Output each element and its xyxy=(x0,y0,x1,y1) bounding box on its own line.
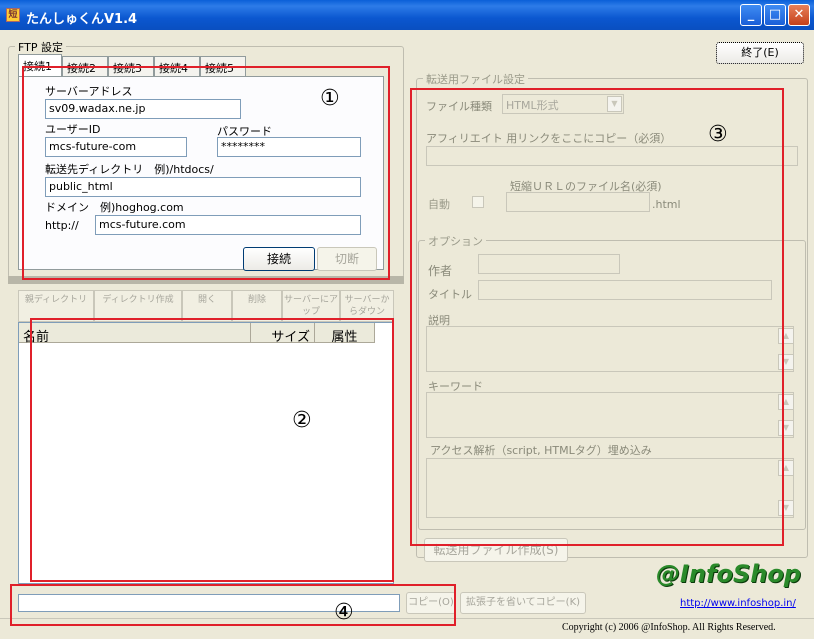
domain-input[interactable]: mcs-future.com xyxy=(95,215,361,235)
password-input[interactable]: ******** xyxy=(217,137,361,157)
splitter-bar[interactable] xyxy=(8,276,404,284)
title-bar[interactable]: 短 たんしゅくんV1.4 _ □ ✕ xyxy=(0,0,814,30)
title-label: タイトル xyxy=(428,288,472,301)
chevron-down-icon[interactable]: ▼ xyxy=(607,96,622,112)
column-attribute[interactable]: 属性 xyxy=(315,323,375,345)
analytics-textarea[interactable] xyxy=(426,458,794,518)
annotation-label-2: ② xyxy=(292,408,312,433)
file-list[interactable]: 名前 サイズ 属性 xyxy=(18,322,394,584)
domain-label: ドメイン 例)hoghog.com xyxy=(45,201,184,214)
connect-button[interactable]: 接続 xyxy=(243,247,315,271)
delete-button[interactable]: 削除 xyxy=(232,290,282,322)
create-transfer-file-button[interactable]: 転送用ファイル作成(S) xyxy=(424,538,568,562)
file-type-select[interactable]: HTML形式 ▼ xyxy=(502,94,624,114)
ftp-settings-label: FTP 設定 xyxy=(15,39,66,55)
disconnect-button[interactable]: 切断 xyxy=(317,247,377,271)
description-textarea[interactable] xyxy=(426,326,794,372)
tab-connection-2[interactable]: 接続2 xyxy=(62,56,108,76)
options-label: オプション xyxy=(425,233,486,249)
window-title: たんしゅくんV1.4 xyxy=(26,12,138,27)
download-button[interactable]: サーバーからダウン xyxy=(340,290,394,322)
maximize-button[interactable]: □ xyxy=(764,4,786,26)
scroll-down-icon[interactable]: ▼ xyxy=(778,354,794,370)
column-size[interactable]: サイズ xyxy=(251,323,315,345)
scroll-down-icon[interactable]: ▼ xyxy=(778,420,794,436)
copy-button[interactable]: コピー(O) xyxy=(406,592,456,614)
author-label: 作者 xyxy=(428,264,453,278)
tab-connection-3[interactable]: 接続3 xyxy=(108,56,154,76)
infoshop-logo: @InfoShop xyxy=(656,560,801,588)
app-icon: 短 xyxy=(6,8,20,22)
server-address-input[interactable]: sv09.wadax.ne.jp xyxy=(45,99,241,119)
author-input[interactable] xyxy=(478,254,620,274)
infoshop-link[interactable]: http://www.infoshop.in/ xyxy=(680,598,796,609)
scroll-up-icon[interactable]: ▲ xyxy=(778,460,794,476)
server-address-label: サーバーアドレス xyxy=(45,85,133,98)
http-prefix: http:// xyxy=(45,219,79,232)
annotation-label-4: ④ xyxy=(334,600,354,625)
exit-button[interactable]: 終了(E) xyxy=(716,42,804,64)
minimize-button[interactable]: _ xyxy=(740,4,762,26)
file-type-value: HTML形式 xyxy=(506,99,559,112)
upload-button[interactable]: サーバーにアップ xyxy=(282,290,340,322)
close-window-button[interactable]: ✕ xyxy=(788,4,810,26)
parent-directory-button[interactable]: 親ディレクトリ xyxy=(18,290,94,322)
tab-connection-5[interactable]: 接続5 xyxy=(200,56,246,76)
tab-connection-4[interactable]: 接続4 xyxy=(154,56,200,76)
analytics-label: アクセス解析（script, HTMLタグ）埋め込み xyxy=(430,444,652,457)
copyright-text: Copyright (c) 2006 @InfoShop. All Rights… xyxy=(562,622,776,633)
transfer-settings-label: 転送用ファイル設定 xyxy=(423,71,528,87)
auto-label: 自動 xyxy=(428,198,450,211)
create-directory-button[interactable]: ディレクトリ作成 xyxy=(94,290,182,322)
annotation-label-3: ③ xyxy=(708,122,728,147)
user-id-label: ユーザーID xyxy=(45,123,101,136)
title-input[interactable] xyxy=(478,280,772,300)
short-url-input[interactable] xyxy=(506,192,650,212)
user-id-input[interactable]: mcs-future-com xyxy=(45,137,187,157)
scroll-up-icon[interactable]: ▲ xyxy=(778,328,794,344)
app-window: 短 たんしゅくんV1.4 _ □ ✕ 終了(E) FTP 設定 接続1 接続2 … xyxy=(0,0,814,639)
scroll-up-icon[interactable]: ▲ xyxy=(778,394,794,410)
file-type-label: ファイル種類 xyxy=(426,100,492,113)
affiliate-input[interactable] xyxy=(426,146,798,166)
directory-label: 転送先ディレクトリ 例)/htdocs/ xyxy=(45,163,214,176)
html-extension: .html xyxy=(652,198,681,211)
auto-checkbox[interactable] xyxy=(472,196,484,208)
status-bar-divider xyxy=(0,618,814,619)
column-name[interactable]: 名前 xyxy=(19,323,251,345)
affiliate-label: アフィリエイト 用リンクをここにコピー（必須） xyxy=(426,132,672,145)
annotation-label-1: ① xyxy=(320,86,340,111)
directory-input[interactable]: public_html xyxy=(45,177,361,197)
open-button[interactable]: 開く xyxy=(182,290,232,322)
scroll-down-icon[interactable]: ▼ xyxy=(778,500,794,516)
keyword-textarea[interactable] xyxy=(426,392,794,438)
copy-without-extension-button[interactable]: 拡張子を省いてコピー(K) xyxy=(460,592,586,614)
tab-connection-1[interactable]: 接続1 xyxy=(18,54,62,76)
